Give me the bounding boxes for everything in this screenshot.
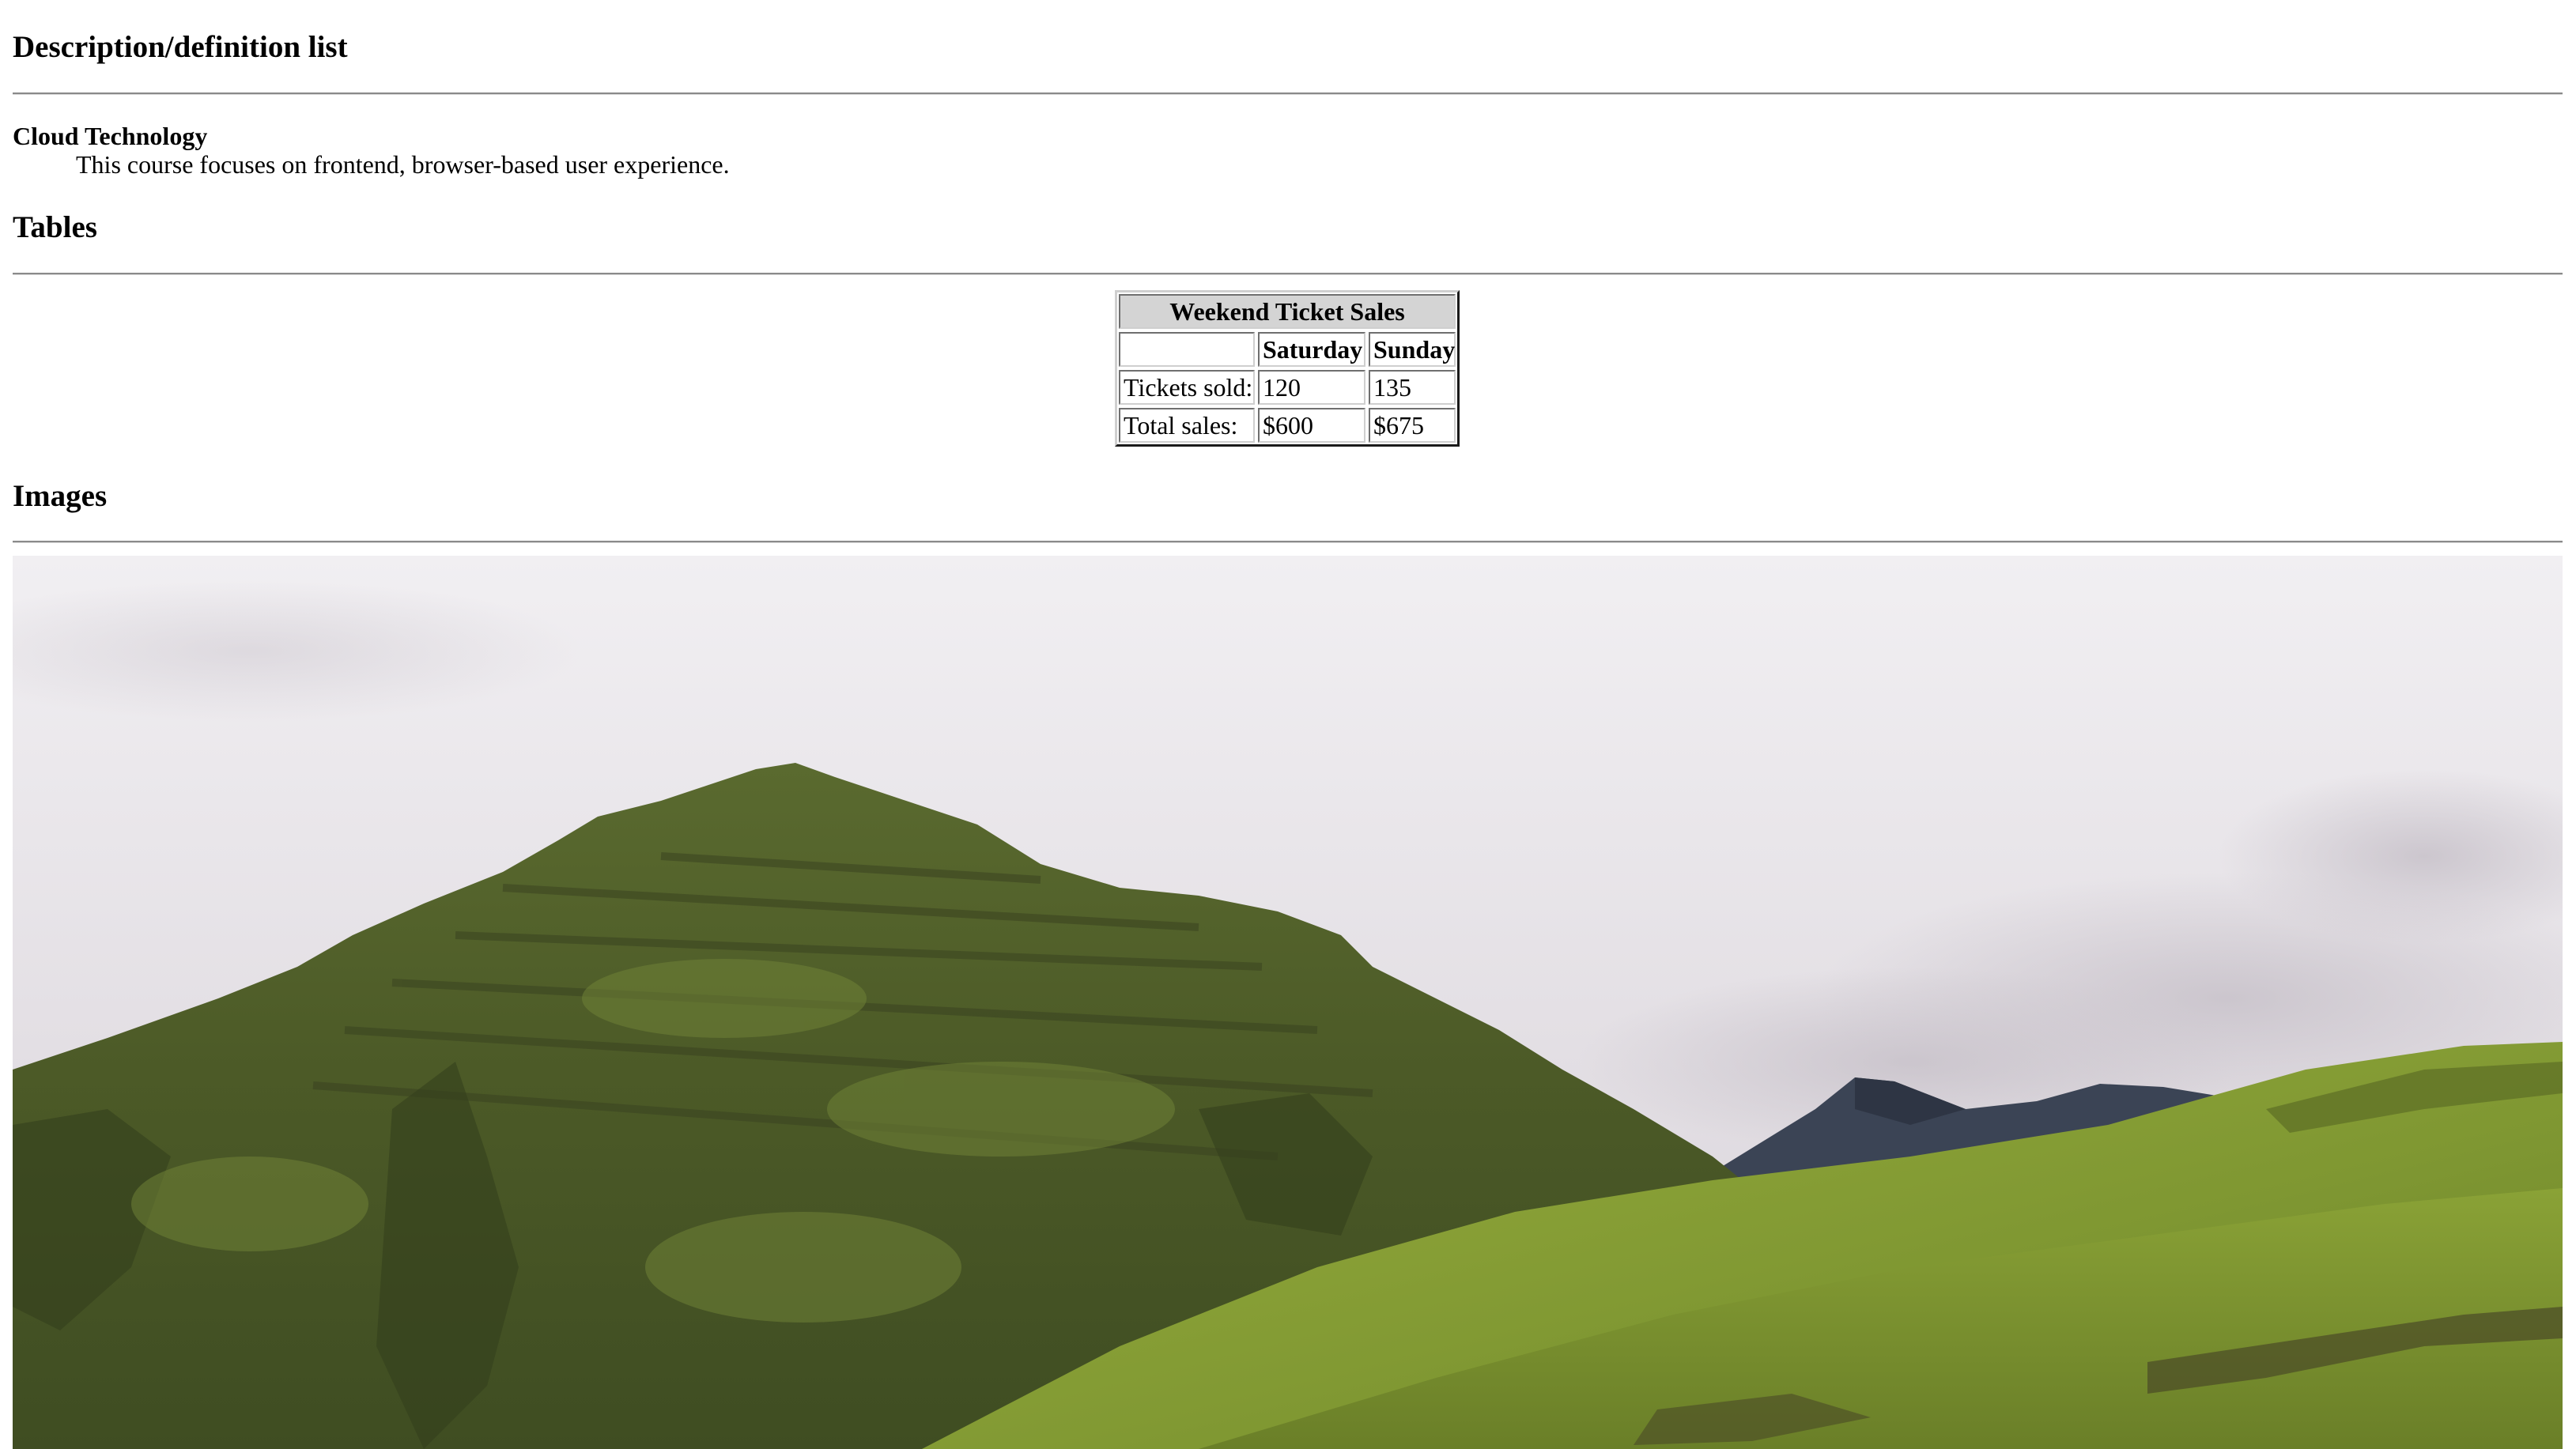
table-header-sunday: Sunday (1369, 332, 1456, 367)
table-row-label: Total sales: (1119, 408, 1255, 443)
section-divider (13, 92, 2563, 95)
definition-description: This course focuses on frontend, browser… (76, 150, 730, 179)
table-row-label: Tickets sold: (1119, 370, 1255, 405)
table-cell: $675 (1369, 408, 1456, 443)
table-caption: Weekend Ticket Sales (1119, 294, 1456, 329)
heading-description-list: Description/definition list (13, 30, 348, 64)
table-header-empty (1119, 332, 1255, 367)
mountain-landscape-picture (13, 556, 2563, 1449)
table-cell: $600 (1258, 408, 1365, 443)
section-divider (13, 541, 2563, 543)
definition-term: Cloud Technology (13, 122, 208, 150)
ticket-sales-table: Weekend Ticket Sales Saturday Sunday Tic… (1115, 290, 1460, 447)
table-cell: 135 (1369, 370, 1456, 405)
heading-tables: Tables (13, 210, 97, 244)
table-header-saturday: Saturday (1258, 332, 1365, 367)
landscape-image (13, 556, 2563, 1449)
section-divider (13, 273, 2563, 275)
heading-images: Images (13, 479, 108, 513)
table-cell: 120 (1258, 370, 1365, 405)
page: Description/definition list Cloud Techno… (0, 0, 2576, 1449)
